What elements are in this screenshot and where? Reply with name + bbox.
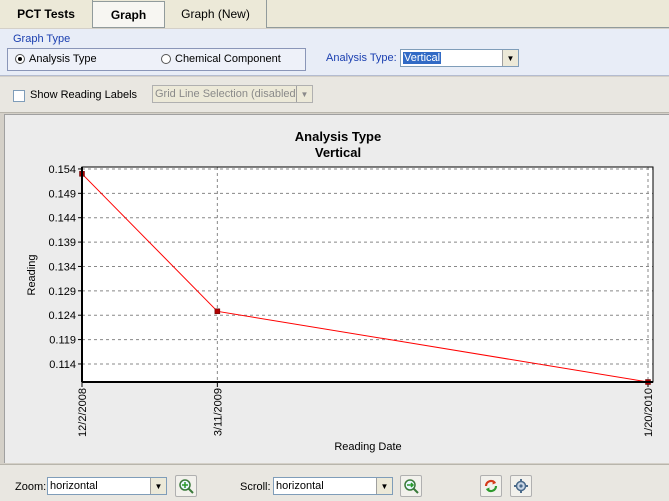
- show-reading-labels-label: Show Reading Labels: [30, 89, 138, 101]
- y-tick-labels: 0.114 0.119 0.124 0.129 0.134 0.139 0.144 0.149…: [48, 164, 76, 371]
- analysis-type-value: Vertical: [403, 52, 442, 64]
- radio-selected-icon: [15, 54, 25, 64]
- plot-area: [82, 167, 653, 382]
- scroll-value: horizontal: [276, 480, 324, 492]
- grid-line-selection-value: Grid Line Selection (disabled): [155, 88, 296, 100]
- y-tick-label: 0.134: [48, 261, 76, 273]
- chart-subtitle: Vertical: [315, 145, 361, 160]
- bottom-toolbar: Zoom: horizontal ▼ Scroll: horizontal ▼: [0, 464, 669, 501]
- show-reading-labels-checkbox[interactable]: [13, 90, 25, 102]
- x-tick-label: 1/20/2010: [643, 388, 655, 437]
- graph-type-group: Analysis Type Chemical Component: [7, 48, 306, 71]
- analysis-type-label: Analysis Type:: [326, 52, 397, 64]
- y-tick-label: 0.114: [49, 359, 76, 371]
- y-tick-label: 0.139: [48, 237, 76, 249]
- scroll-select[interactable]: horizontal ▼: [273, 477, 393, 495]
- y-tick-label: 0.149: [48, 188, 76, 200]
- y-tick-label: 0.154: [48, 164, 76, 176]
- radio-unselected-icon: [161, 54, 171, 64]
- chart-title: Analysis Type: [295, 129, 381, 144]
- analysis-type-select[interactable]: Vertical ▼: [400, 49, 519, 67]
- refresh-icon: [484, 479, 498, 493]
- x-tick-label: 12/2/2008: [77, 388, 89, 437]
- graph-type-title: Graph Type: [13, 33, 71, 45]
- options-row: Show Reading Labels Grid Line Selection …: [0, 77, 669, 113]
- chevron-down-icon[interactable]: ▼: [150, 478, 166, 494]
- scroll-button[interactable]: [400, 475, 422, 497]
- chevron-down-icon: ▼: [296, 86, 312, 102]
- zoom-label: Zoom:: [15, 481, 47, 493]
- y-tick-label: 0.129: [48, 286, 76, 298]
- y-tick-label: 0.124: [48, 310, 76, 322]
- settings-button[interactable]: [510, 475, 532, 497]
- tab-graph[interactable]: Graph: [92, 1, 165, 27]
- tab-bar: PCT Tests Graph Graph (New): [0, 0, 669, 28]
- line-chart: Analysis Type Vertical 0.1140.1190.1240.…: [26, 129, 655, 453]
- tab-graph-new[interactable]: Graph (New): [165, 0, 267, 28]
- tab-label: Graph (New): [181, 7, 250, 21]
- tab-pct-tests[interactable]: PCT Tests: [0, 0, 93, 28]
- grid-line-selection-select: Grid Line Selection (disabled) ▼: [152, 85, 313, 103]
- y-tick-label: 0.144: [48, 213, 76, 225]
- zoom-value: horizontal: [50, 480, 98, 492]
- zoom-select[interactable]: horizontal ▼: [47, 477, 167, 495]
- data-point[interactable]: [214, 308, 221, 315]
- x-axis-label: Reading Date: [334, 441, 401, 453]
- x-tick-label: 3/11/2009: [212, 388, 224, 436]
- refresh-button[interactable]: [480, 475, 502, 497]
- tab-label: Graph: [110, 7, 147, 22]
- y-axis-label: Reading: [26, 255, 38, 296]
- scroll-label: Scroll:: [240, 481, 271, 493]
- radio-analysis-type[interactable]: Analysis Type: [15, 53, 97, 65]
- radio-chemical-component[interactable]: Chemical Component: [161, 53, 281, 65]
- y-tick-label: 0.119: [49, 335, 76, 347]
- graph-type-panel: Graph Type Analysis Type Chemical Compon…: [0, 29, 669, 76]
- chevron-down-icon[interactable]: ▼: [502, 50, 518, 66]
- gear-icon: [514, 479, 528, 493]
- radio-label: Chemical Component: [175, 53, 281, 65]
- radio-label: Analysis Type: [29, 53, 97, 65]
- zoom-in-icon: [179, 479, 194, 494]
- x-tick-labels: 12/2/2008 3/11/2009 1/20/2010: [77, 388, 655, 437]
- tab-label: PCT Tests: [17, 7, 75, 21]
- chevron-down-icon[interactable]: ▼: [376, 478, 392, 494]
- chart-area: Analysis Type Vertical 0.114 0.119 0.124 0.…: [4, 114, 669, 463]
- scroll-zoom-icon: [404, 479, 419, 494]
- zoom-in-button[interactable]: [175, 475, 197, 497]
